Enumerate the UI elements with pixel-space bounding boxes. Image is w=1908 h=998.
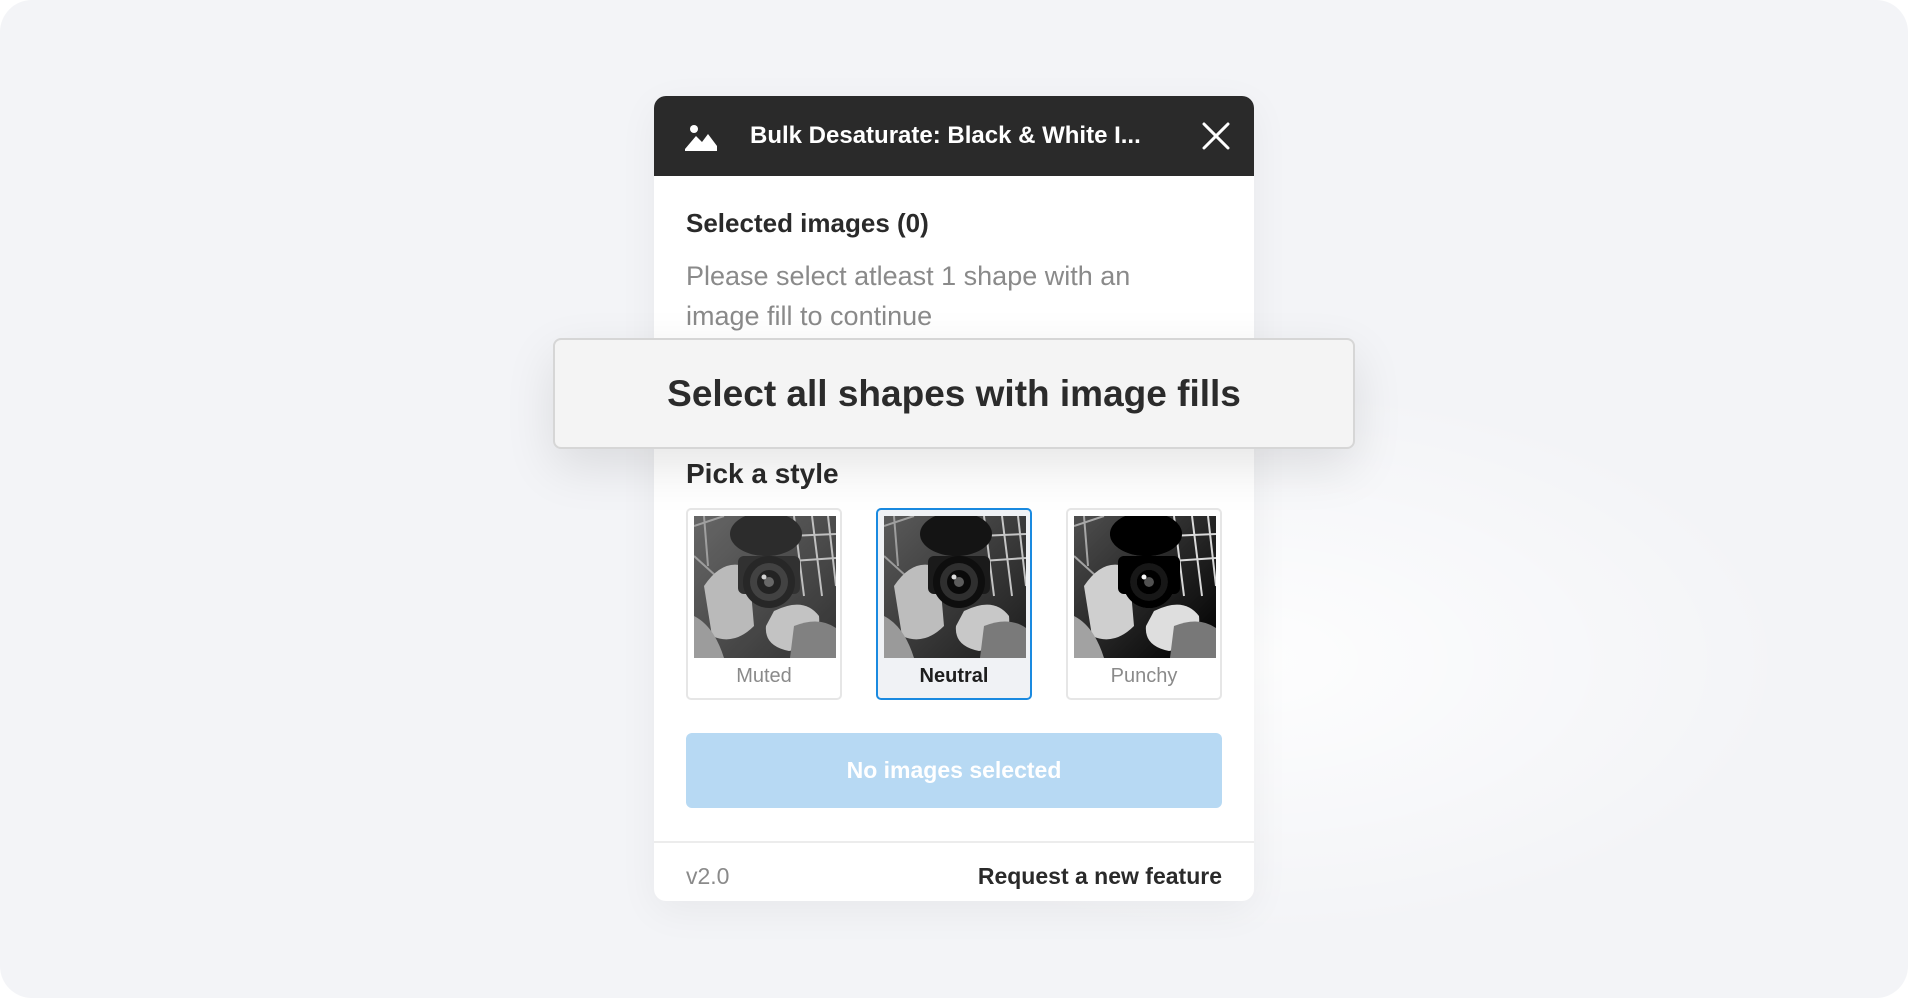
style-option-muted[interactable]: Muted xyxy=(686,508,842,700)
version-label: v2.0 xyxy=(686,863,730,889)
style-label-neutral: Neutral xyxy=(919,665,989,687)
selection-help-text: Please select atleast 1 shape with an im… xyxy=(686,261,1131,331)
canvas-background: Bulk Desaturate: Black & White I... Sele… xyxy=(0,0,1908,998)
style-thumbnail-punchy xyxy=(1074,516,1216,658)
close-icon[interactable] xyxy=(1198,118,1234,154)
selected-images-heading: Selected images (0) xyxy=(686,208,929,238)
style-option-punchy[interactable]: Punchy xyxy=(1066,508,1222,700)
style-label-punchy: Punchy xyxy=(1110,665,1178,687)
apply-button[interactable]: No images selected xyxy=(686,733,1222,808)
window-title: Bulk Desaturate: Black & White I... xyxy=(750,122,1141,149)
title-bar: Bulk Desaturate: Black & White I... xyxy=(654,96,1254,176)
style-thumbnail-neutral xyxy=(884,516,1026,658)
style-label-muted: Muted xyxy=(736,665,792,687)
style-option-neutral[interactable]: Neutral xyxy=(876,508,1032,700)
request-feature-link[interactable]: Request a new feature xyxy=(978,856,1222,896)
select-all-image-shapes-button[interactable]: Select all shapes with image fills xyxy=(553,338,1355,449)
plugin-window: Bulk Desaturate: Black & White I... Sele… xyxy=(654,96,1254,901)
pick-style-heading: Pick a style xyxy=(686,458,839,489)
image-icon xyxy=(685,121,717,151)
style-thumbnail-muted xyxy=(694,516,836,658)
footer-divider xyxy=(654,841,1254,843)
style-options: Muted Neutral Punchy xyxy=(686,508,1222,700)
